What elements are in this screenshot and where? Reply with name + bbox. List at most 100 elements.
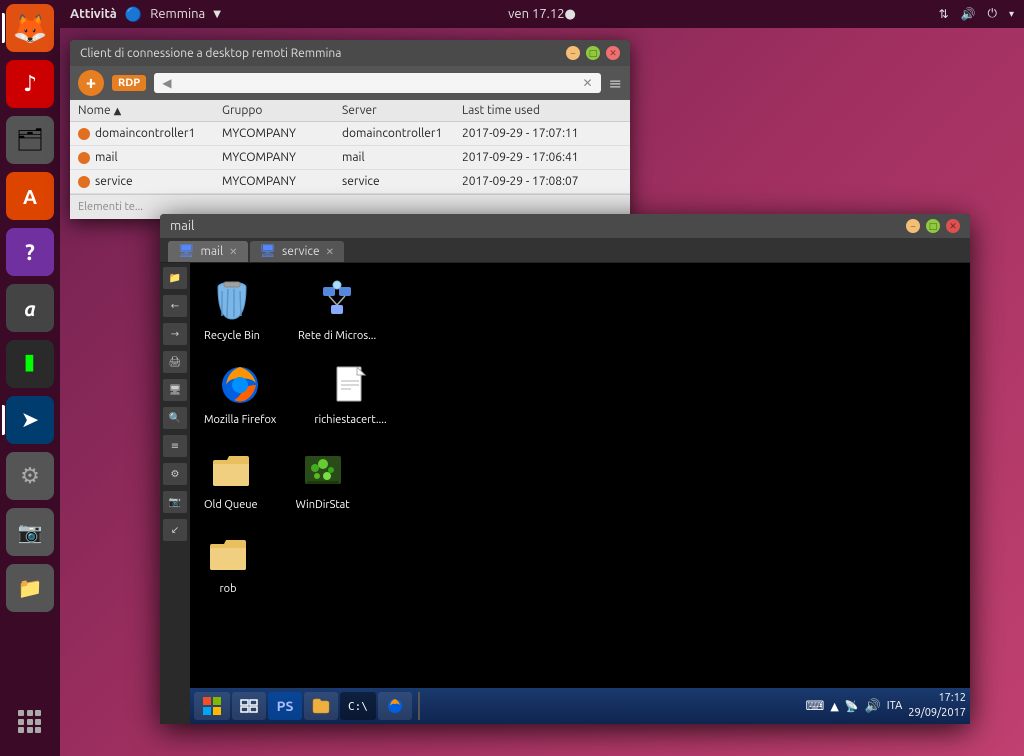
sidebar-btn-list[interactable]: ≡ bbox=[163, 435, 187, 457]
powershell-button[interactable]: PS bbox=[268, 692, 302, 720]
table-row[interactable]: domaincontroller1 MYCOMPANY domaincontro… bbox=[70, 122, 630, 146]
windirstat-icon-desktop[interactable]: WinDirStat bbox=[292, 442, 354, 516]
row-last-used-2: 2017-09-29 - 17:08:07 bbox=[462, 175, 622, 188]
row-name-0: domaincontroller1 bbox=[78, 127, 222, 140]
tab-service[interactable]: 🖥 service ✕ bbox=[250, 241, 345, 262]
remmina-window: Client di connessione a desktop remoti R… bbox=[70, 40, 630, 219]
launcher-help[interactable]: ? bbox=[6, 228, 54, 276]
activities-label[interactable]: Attività bbox=[70, 7, 117, 21]
network-image bbox=[313, 277, 361, 325]
window-controls: – □ ✕ bbox=[566, 46, 620, 60]
rdp-badge[interactable]: RDP bbox=[112, 75, 146, 91]
mail-minimize-button[interactable]: – bbox=[906, 219, 920, 233]
oldqueue-label: Old Queue bbox=[204, 498, 258, 512]
explorer-button[interactable] bbox=[304, 692, 338, 720]
taskview-button[interactable] bbox=[232, 692, 266, 720]
remmina-toolbar: + RDP ◀ ✕ ≡ bbox=[70, 66, 630, 100]
sidebar-btn-forward[interactable]: → bbox=[163, 323, 187, 345]
network-icon[interactable]: ⇅ bbox=[938, 7, 948, 21]
network-icon-desktop[interactable]: Rete di Micros... bbox=[294, 273, 380, 347]
mail-window: mail – □ ✕ 🖥 mail ✕ 🖥 service ✕ 📁 bbox=[160, 214, 970, 724]
launcher-files[interactable]: 🗂 bbox=[6, 116, 54, 164]
col-group: Gruppo bbox=[222, 104, 342, 117]
table-row[interactable]: mail MYCOMPANY mail 2017-09-29 - 17:06:4… bbox=[70, 146, 630, 170]
sidebar-btn-print[interactable]: 🖨 bbox=[163, 351, 187, 373]
row-last-used-0: 2017-09-29 - 17:07:11 bbox=[462, 127, 622, 140]
launcher-amazon[interactable]: a bbox=[6, 284, 54, 332]
tab-mail-close[interactable]: ✕ bbox=[229, 246, 237, 258]
sidebar-btn-search[interactable]: 🔍 bbox=[163, 407, 187, 429]
clear-search-icon[interactable]: ✕ bbox=[583, 76, 593, 90]
taskbar-separator bbox=[418, 692, 420, 720]
sidebar-btn-cam[interactable]: 📷 bbox=[163, 491, 187, 513]
power-arrow[interactable]: ▾ bbox=[1009, 8, 1014, 20]
app-name[interactable]: Remmina bbox=[150, 7, 205, 21]
launcher-terminal[interactable]: ▉ bbox=[6, 340, 54, 388]
menu-icon[interactable]: ≡ bbox=[609, 74, 622, 93]
sound-icon[interactable]: 🔊 bbox=[961, 7, 976, 21]
sidebar-btn-settings[interactable]: ⚙ bbox=[163, 463, 187, 485]
icon-row-2: Mozilla Firefox bbox=[200, 357, 960, 431]
connection-icon-0 bbox=[78, 128, 90, 140]
windows-taskbar: PS C:\ bbox=[190, 688, 970, 724]
firefox-icon-desktop[interactable]: Mozilla Firefox bbox=[200, 357, 280, 431]
sound-tray[interactable]: 🔊 bbox=[865, 699, 881, 714]
search-bar-container: ◀ ✕ bbox=[154, 73, 600, 93]
taskbar-firefox[interactable] bbox=[378, 692, 412, 720]
row-group-0: MYCOMPANY bbox=[222, 127, 342, 140]
recycle-bin-icon-desktop[interactable]: Recycle Bin bbox=[200, 273, 264, 347]
add-connection-button[interactable]: + bbox=[78, 70, 104, 96]
row-name-1: mail bbox=[78, 151, 222, 164]
mail-window-title: mail bbox=[170, 219, 194, 233]
launcher-firefox[interactable]: 🦊 bbox=[6, 4, 54, 52]
sidebar-btn-down[interactable]: ↙ bbox=[163, 519, 187, 541]
remmina-titlebar: Client di connessione a desktop remoti R… bbox=[70, 40, 630, 66]
sidebar-btn-back[interactable]: ← bbox=[163, 295, 187, 317]
table-row[interactable]: service MYCOMPANY service 2017-09-29 - 1… bbox=[70, 170, 630, 194]
tab-service-label: service bbox=[282, 245, 320, 258]
oldqueue-icon-desktop[interactable]: Old Queue bbox=[200, 442, 262, 516]
connection-icon-1 bbox=[78, 152, 90, 164]
mail-maximize-button[interactable]: □ bbox=[926, 219, 940, 233]
tab-mail[interactable]: 🖥 mail ✕ bbox=[168, 241, 248, 262]
tab-service-close[interactable]: ✕ bbox=[326, 246, 334, 258]
launcher-remmina[interactable]: ➤ bbox=[6, 396, 54, 444]
power-icon[interactable]: ⏻ bbox=[987, 7, 997, 21]
remmina-icon: 🔵 bbox=[125, 6, 142, 23]
search-input[interactable] bbox=[171, 76, 582, 90]
icon-row-3: Old Queue bbox=[200, 442, 960, 516]
desktop: Client di connessione a desktop remoti R… bbox=[60, 28, 1024, 756]
start-button[interactable] bbox=[194, 692, 230, 720]
cmd-button[interactable]: C:\ bbox=[340, 692, 376, 720]
launcher-apps-grid[interactable] bbox=[6, 698, 54, 746]
rob-icon-desktop[interactable]: rob bbox=[200, 526, 256, 600]
app-menu-arrow[interactable]: ▼ bbox=[213, 8, 221, 20]
elements-text: Elementi te... bbox=[78, 201, 143, 213]
launcher-rhythmbox[interactable]: ♪ bbox=[6, 60, 54, 108]
launcher-camera[interactable]: 📷 bbox=[6, 508, 54, 556]
mail-close-button[interactable]: ✕ bbox=[946, 219, 960, 233]
row-name-2: service bbox=[78, 175, 222, 188]
sidebar-btn-folder[interactable]: 📁 bbox=[163, 267, 187, 289]
lang-indicator[interactable]: ITA bbox=[887, 700, 902, 712]
minimize-button[interactable]: – bbox=[566, 46, 580, 60]
launcher-file-manager[interactable]: 📁 bbox=[6, 564, 54, 612]
row-last-used-1: 2017-09-29 - 17:06:41 bbox=[462, 151, 622, 164]
up-arrow-icon[interactable]: ▲ bbox=[830, 700, 838, 713]
document-icon-desktop[interactable]: richiestacert.... bbox=[310, 357, 390, 431]
row-group-1: MYCOMPANY bbox=[222, 151, 342, 164]
mail-titlebar: mail – □ ✕ bbox=[160, 214, 970, 238]
top-bar-left: Attività 🔵 Remmina ▼ bbox=[70, 6, 221, 23]
launcher-appstore[interactable]: A bbox=[6, 172, 54, 220]
network-tray[interactable]: 📡 bbox=[845, 700, 859, 713]
mail-body: 📁 ← → 🖨 🖥 🔍 ≡ ⚙ 📷 ↙ bbox=[160, 263, 970, 724]
sidebar-btn-monitor[interactable]: 🖥 bbox=[163, 379, 187, 401]
windirstat-image bbox=[299, 446, 347, 494]
rob-image bbox=[204, 530, 252, 578]
row-server-1: mail bbox=[342, 151, 462, 164]
launcher-settings[interactable]: ⚙ bbox=[6, 452, 54, 500]
close-button[interactable]: ✕ bbox=[606, 46, 620, 60]
document-image bbox=[327, 361, 375, 409]
keyboard-icon[interactable]: ⌨ bbox=[806, 699, 825, 714]
maximize-button[interactable]: □ bbox=[586, 46, 600, 60]
